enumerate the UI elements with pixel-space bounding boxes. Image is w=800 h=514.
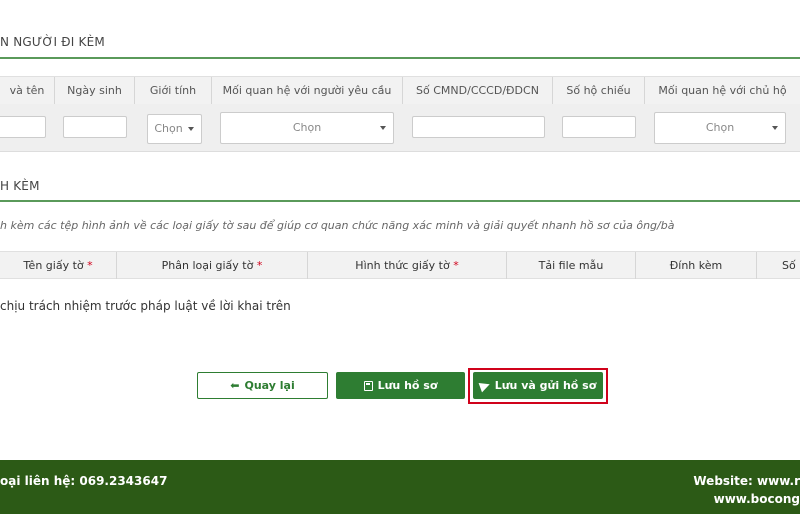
required-mark: *: [256, 259, 263, 272]
save-and-submit-button-label: Lưu và gửi hồ sơ: [494, 379, 597, 392]
chevron-down-icon: [380, 126, 386, 130]
chevron-down-icon: [188, 127, 194, 131]
col-birth-date: Ngày sinh: [55, 77, 135, 105]
passport-input[interactable]: [562, 116, 636, 138]
attachments-instruction: h kèm các tệp hình ảnh về các loại giấy …: [0, 219, 675, 232]
col-gender: Giới tính: [135, 77, 212, 105]
col-document-form: Hình thức giấy tờ *: [308, 252, 507, 279]
col-relation-requester: Mối quan hệ với người yêu cầu: [212, 77, 403, 105]
footer-website[interactable]: Website: www.r: [693, 474, 800, 488]
col-attach: Đính kèm: [636, 252, 757, 279]
relation-owner-select-value: Chọn: [705, 121, 735, 134]
col-full-name: và tên: [0, 77, 55, 105]
save-icon: [363, 380, 373, 391]
companions-section-divider: [0, 57, 800, 59]
required-mark: *: [87, 259, 93, 272]
companions-section-title: N NGƯỜI ĐI KÈM: [0, 35, 105, 49]
col-download-template: Tải file mẫu: [507, 252, 636, 279]
col-document-name-label: Tên giấy tờ: [23, 259, 84, 272]
id-number-input[interactable]: [412, 116, 545, 138]
required-mark: *: [453, 259, 459, 272]
col-id-number: Số CMND/CCCD/ĐDCN: [403, 77, 553, 105]
companions-table-header: và tên Ngày sinh Giới tính Mối quan hệ v…: [0, 76, 800, 105]
gender-select-value: Chọn: [154, 122, 183, 135]
full-name-input[interactable]: [0, 116, 46, 138]
declaration-text: chịu trách nhiệm trước pháp luật về lời …: [0, 299, 291, 313]
save-button-label: Lưu hồ sơ: [377, 379, 438, 392]
gender-select[interactable]: Chọn: [147, 114, 202, 144]
attachments-table-header: Tên giấy tờ * Phân loại giấy tờ * Hình t…: [0, 251, 800, 279]
col-document-form-label: Hình thức giấy tờ: [355, 259, 450, 272]
attachments-section-divider: [0, 200, 800, 202]
col-document-name: Tên giấy tờ *: [0, 252, 117, 279]
relation-requester-select[interactable]: Chọn: [220, 112, 394, 144]
back-button[interactable]: ⬅ Quay lại: [197, 372, 328, 399]
col-number: Số: [782, 259, 796, 272]
footer: oại liên hệ: 069.2343647 Website: www.r …: [0, 460, 800, 514]
arrow-left-icon: ⬅: [230, 379, 240, 392]
send-icon: [478, 379, 492, 392]
save-button[interactable]: Lưu hồ sơ: [336, 372, 465, 399]
col-passport: Số hộ chiếu: [553, 77, 645, 105]
attachments-section-title: H KÈM: [0, 179, 40, 193]
col-document-type-label: Phân loại giấy tờ: [161, 259, 254, 272]
footer-phone: oại liên hệ: 069.2343647: [0, 474, 168, 488]
chevron-down-icon: [772, 126, 778, 130]
col-relation-owner: Mối quan hệ với chủ hộ: [658, 84, 787, 97]
col-document-type: Phân loại giấy tờ *: [117, 252, 308, 279]
relation-owner-select[interactable]: Chọn: [654, 112, 786, 144]
back-button-label: Quay lại: [244, 379, 295, 392]
companions-table-row: Chọn Chọn Chọn: [0, 104, 800, 152]
birth-date-input[interactable]: [63, 116, 127, 138]
save-and-submit-button[interactable]: Lưu và gửi hồ sơ: [473, 372, 603, 399]
footer-website-2[interactable]: www.bocong: [714, 492, 800, 506]
relation-requester-select-value: Chọn: [292, 121, 322, 134]
